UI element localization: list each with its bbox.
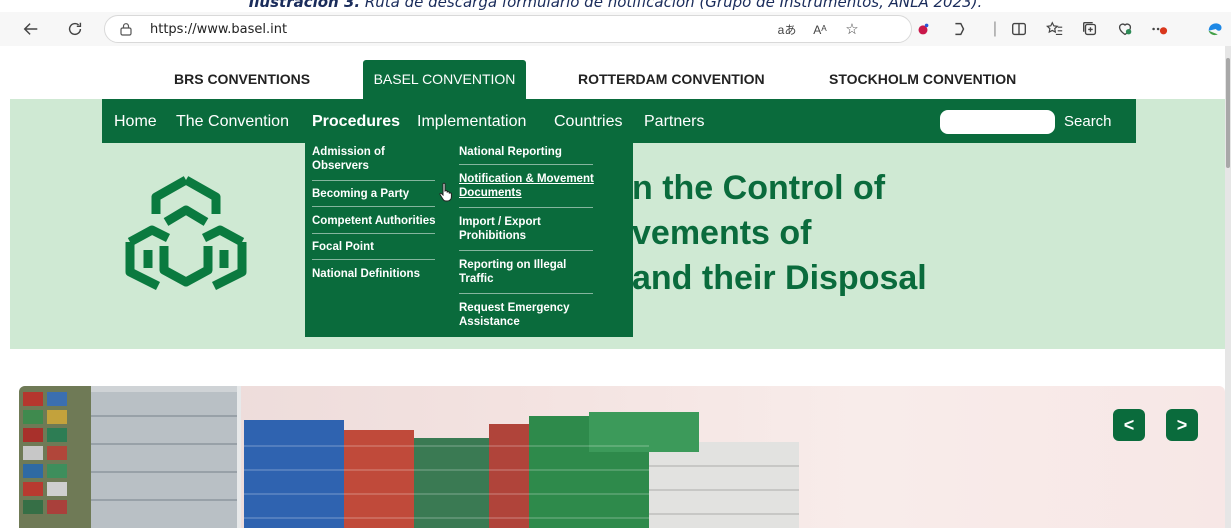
collections-icon[interactable] xyxy=(1077,16,1103,42)
profile-icon[interactable] xyxy=(1202,16,1228,42)
hero-title-line-2: vements of xyxy=(632,214,812,252)
copilot-icon[interactable] xyxy=(946,16,972,42)
menu-import-export-prohibitions[interactable]: Import / Export Prohibitions xyxy=(459,215,569,243)
caption-label: Ilustración 3. xyxy=(248,0,361,11)
address-bar[interactable]: https://www.basel.int aあ Aᴬ ☆ xyxy=(104,15,912,43)
menu-divider xyxy=(312,233,435,234)
nav-home[interactable]: Home xyxy=(114,113,157,131)
nav-procedures[interactable]: Procedures xyxy=(312,113,400,131)
toolbar-divider: | xyxy=(992,20,998,37)
hand-pointer-icon xyxy=(439,182,452,202)
favorites-icon[interactable] xyxy=(1042,16,1068,42)
split-screen-icon[interactable] xyxy=(1006,16,1032,42)
menu-admission-of-observers[interactable]: Admission of Observers xyxy=(312,145,432,173)
slider-next-button[interactable]: > xyxy=(1166,409,1198,441)
menu-reporting-on-illegal-traffic[interactable]: Reporting on Illegal Traffic xyxy=(459,258,579,286)
basel-logo xyxy=(125,176,247,290)
search-input[interactable] xyxy=(940,110,1055,134)
conventions-bar: BRS CONVENTIONS BASEL CONVENTION ROTTERD… xyxy=(0,46,1231,100)
hero-title-line-1: n the Control of xyxy=(632,169,886,207)
menu-notification-movement-documents[interactable]: Notification & Movement Documents xyxy=(459,172,599,200)
nav-implementation[interactable]: Implementation xyxy=(417,113,526,131)
menu-divider xyxy=(312,206,435,207)
menu-becoming-a-party[interactable]: Becoming a Party xyxy=(312,187,409,201)
search-button[interactable]: Search xyxy=(1064,113,1112,130)
slider-prev-button[interactable]: < xyxy=(1113,409,1145,441)
nav-countries[interactable]: Countries xyxy=(554,113,622,131)
scrollbar-thumb[interactable] xyxy=(1226,58,1230,168)
shipping-containers-image xyxy=(19,386,799,528)
menu-focal-point[interactable]: Focal Point xyxy=(312,240,374,254)
reload-icon[interactable] xyxy=(62,16,88,42)
menu-divider xyxy=(459,207,593,208)
read-aloud-icon[interactable]: aあ xyxy=(777,21,797,39)
hero-slider xyxy=(19,386,1225,528)
page-scrollbar[interactable] xyxy=(1225,46,1231,528)
menu-divider xyxy=(459,164,593,165)
menu-divider xyxy=(312,180,435,181)
back-icon[interactable] xyxy=(18,16,44,42)
browser-toolbar: https://www.basel.int aあ Aᴬ ☆ | xyxy=(0,12,1231,46)
menu-divider xyxy=(459,250,593,251)
screenshot: Ilustración 3. Ruta de descarga formular… xyxy=(0,0,1231,528)
menu-divider xyxy=(459,293,593,294)
hero-title: n the Control of vements of and their Di… xyxy=(632,166,927,301)
procedures-dropdown: Admission of Observers Becoming a Party … xyxy=(305,143,633,337)
menu-divider xyxy=(312,259,435,260)
menu-national-reporting[interactable]: National Reporting xyxy=(459,145,562,159)
menu-request-emergency-assistance[interactable]: Request Emergency Assistance xyxy=(459,301,589,329)
extension-icon[interactable] xyxy=(910,16,936,42)
nav-partners[interactable]: Partners xyxy=(644,113,704,131)
tab-rotterdam-convention[interactable]: ROTTERDAM CONVENTION xyxy=(578,71,765,87)
hero-title-line-3: and their Disposal xyxy=(632,259,927,297)
main-nav: Home The Convention Procedures Implement… xyxy=(102,99,1136,143)
tab-stockholm-convention[interactable]: STOCKHOLM CONVENTION xyxy=(829,71,1016,87)
figure-caption: Ilustración 3. Ruta de descarga formular… xyxy=(0,0,1231,11)
text-size-icon[interactable]: Aᴬ xyxy=(810,21,830,39)
tab-brs-conventions[interactable]: BRS CONVENTIONS xyxy=(174,71,310,87)
nav-the-convention[interactable]: The Convention xyxy=(176,113,289,131)
favorite-star-icon[interactable]: ☆ xyxy=(842,21,862,39)
caption-text: Ruta de descarga formulario de notificac… xyxy=(360,0,983,11)
url-text: https://www.basel.int xyxy=(150,22,288,37)
menu-competent-authorities[interactable]: Competent Authorities xyxy=(312,214,436,228)
lock-icon xyxy=(120,23,132,36)
tab-basel-convention[interactable]: BASEL CONVENTION xyxy=(363,60,526,100)
menu-national-definitions[interactable]: National Definitions xyxy=(312,267,420,281)
performance-icon[interactable] xyxy=(1112,16,1138,42)
more-icon[interactable] xyxy=(1146,16,1172,42)
